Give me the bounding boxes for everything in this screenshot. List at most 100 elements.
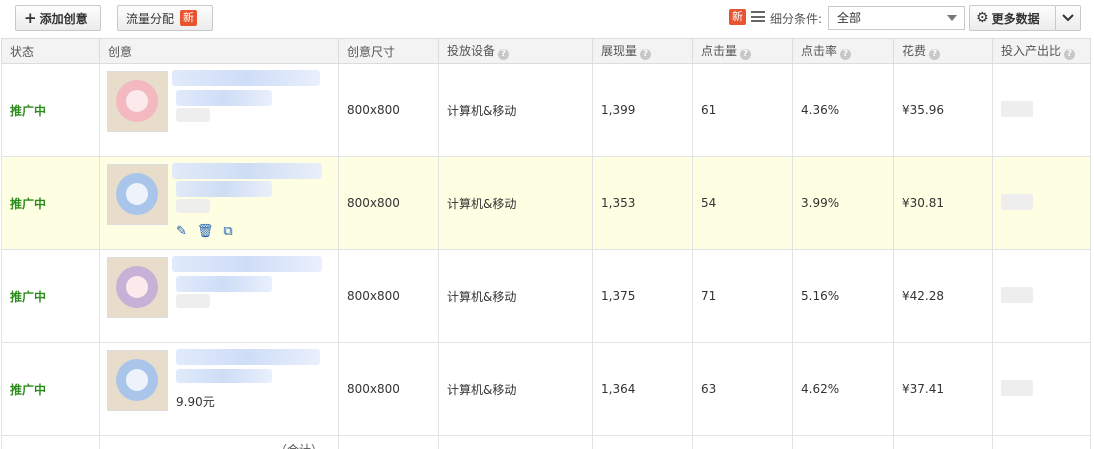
gear-icon: ⚙ [976, 10, 989, 26]
creative-thumbnail[interactable] [107, 164, 168, 225]
clicks-cell: 63 [692, 342, 793, 436]
impressions-cell: 1,399 [592, 63, 693, 157]
size-cell: 800x800 [338, 342, 439, 436]
traffic-allocation-button[interactable]: 流量分配 新 [117, 5, 213, 31]
creative-cell[interactable] [99, 63, 339, 157]
more-data-dropdown-button[interactable] [1055, 5, 1081, 31]
trash-icon[interactable]: 🗑 [197, 224, 214, 239]
total-row [1, 435, 1091, 449]
help-icon[interactable]: ? [840, 49, 852, 60]
roi-cell [992, 156, 1091, 250]
chevron-down-icon [1062, 14, 1074, 22]
device-cell: 计算机&移动 [438, 249, 593, 343]
add-creative-label: 添加创意 [39, 11, 88, 26]
cost-cell: ¥42.28 [893, 249, 993, 343]
roi-redacted [1001, 193, 1033, 210]
device-cell: 计算机&移动 [438, 342, 593, 436]
creative-title-redacted [176, 90, 272, 106]
creative-title-redacted [172, 163, 322, 179]
table-header-row: 状态 创意 创意尺寸 投放设备? 展现量? 点击量? 点击率? 花费? 投入产出… [1, 38, 1091, 64]
creative-price-redacted [176, 199, 210, 213]
roi-cell [992, 63, 1091, 157]
header-creative[interactable]: 创意 [99, 38, 339, 64]
status-cell: 推广中 [1, 342, 100, 436]
ctr-cell: 5.16% [792, 249, 894, 343]
device-cell: 计算机&移动 [438, 63, 593, 157]
add-creative-button[interactable]: + 添加创意 [15, 5, 101, 31]
clicks-cell: 54 [692, 156, 793, 250]
plus-icon: + [24, 8, 37, 27]
roi-cell [992, 342, 1091, 436]
chevron-down-icon [947, 15, 957, 21]
impressions-cell: 1,375 [592, 249, 693, 343]
creative-price-redacted [176, 294, 210, 308]
size-cell: 800x800 [338, 63, 439, 157]
new-badge: 新 [180, 10, 198, 26]
cost-cell: ¥35.96 [893, 63, 993, 157]
device-cell: 计算机&移动 [438, 156, 593, 250]
roi-redacted [1001, 286, 1033, 303]
creative-title-redacted [176, 181, 272, 197]
roi-redacted [1001, 100, 1033, 117]
roi-cell [992, 249, 1091, 343]
header-ctr[interactable]: 点击率? [792, 38, 894, 64]
help-icon[interactable]: ? [740, 49, 752, 60]
creative-cell[interactable]: 9.90元 [99, 342, 339, 436]
header-clicks[interactable]: 点击量? [692, 38, 793, 64]
creative-title-redacted [172, 70, 320, 86]
ctr-cell: 4.36% [792, 63, 894, 157]
creative-cell[interactable] [99, 249, 339, 343]
row-actions: ✎ 🗑 ⧉ [176, 224, 233, 239]
list-icon [751, 11, 765, 22]
roi-redacted [1001, 379, 1033, 396]
ctr-cell: 4.62% [792, 342, 894, 436]
filter-select-value: 全部 [837, 11, 862, 25]
header-size[interactable]: 创意尺寸 [338, 38, 439, 64]
help-icon[interactable]: ? [1064, 49, 1076, 60]
more-data-label: 更多数据 [991, 11, 1040, 26]
cost-cell: ¥30.81 [893, 156, 993, 250]
ctr-cell: 3.99% [792, 156, 894, 250]
creative-price: 9.90元 [176, 395, 215, 409]
filter-select[interactable]: 全部 [828, 6, 965, 30]
clicks-cell: 61 [692, 63, 793, 157]
creative-title-redacted [172, 256, 322, 272]
creative-title-redacted [176, 369, 272, 383]
help-icon[interactable]: ? [929, 49, 941, 60]
more-data-button[interactable]: ⚙ 更多数据 [969, 5, 1056, 31]
impressions-cell: 1,353 [592, 156, 693, 250]
toolbar: + 添加创意 流量分配 新 新 细分条件: 全部 ⚙ 更多数据 [0, 0, 1094, 38]
status-cell: 推广中 [1, 156, 100, 250]
table-row[interactable]: 推广中 ✎ 🗑 ⧉ 800x800 计算机&移动 1,353 54 3.99% … [1, 156, 1091, 250]
header-impressions[interactable]: 展现量? [592, 38, 693, 64]
table-row[interactable]: 推广中 9.90元 800x800 计算机&移动 1,364 63 4.62% … [1, 342, 1091, 436]
size-cell: 800x800 [338, 156, 439, 250]
traffic-allocation-label: 流量分配 [126, 11, 175, 26]
status-cell: 推广中 [1, 249, 100, 343]
creative-title-redacted [176, 276, 272, 292]
filter-new-badge: 新 [729, 9, 746, 25]
cost-cell: ¥37.41 [893, 342, 993, 436]
header-roi[interactable]: 投入产出比? [992, 38, 1091, 64]
impressions-cell: 1,364 [592, 342, 693, 436]
copy-icon[interactable]: ⧉ [223, 224, 232, 239]
table-row[interactable]: 推广中 800x800 计算机&移动 1,375 71 5.16% ¥42.28 [1, 249, 1091, 343]
table-row[interactable]: 推广中 800x800 计算机&移动 1,399 61 4.36% ¥35.96 [1, 63, 1091, 157]
creative-thumbnail[interactable] [107, 350, 168, 411]
creative-thumbnail[interactable] [107, 71, 168, 132]
help-icon[interactable]: ? [640, 49, 652, 60]
size-cell: 800x800 [338, 249, 439, 343]
header-cost[interactable]: 花费? [893, 38, 993, 64]
status-cell: 推广中 [1, 63, 100, 157]
header-device[interactable]: 投放设备? [438, 38, 593, 64]
creative-thumbnail[interactable] [107, 257, 168, 318]
creative-title-redacted [176, 349, 320, 365]
header-status[interactable]: 状态 [1, 38, 100, 64]
clicks-cell: 71 [692, 249, 793, 343]
pencil-icon[interactable]: ✎ [176, 224, 187, 239]
help-icon[interactable]: ? [498, 49, 510, 60]
creative-price-redacted [176, 108, 210, 122]
filter-label: 细分条件: [770, 12, 823, 26]
creative-cell[interactable]: ✎ 🗑 ⧉ [99, 156, 339, 250]
total-label: （合计） [275, 441, 323, 449]
